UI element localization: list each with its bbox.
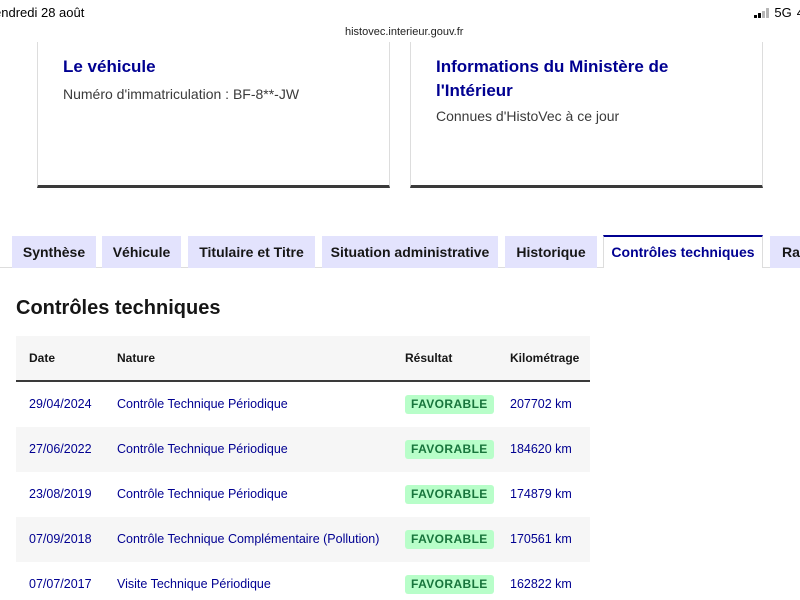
row-mileage: 162822 km: [510, 577, 572, 591]
table-row: 07/09/2018 Contrôle Technique Complément…: [16, 517, 590, 562]
tab-synthese[interactable]: Synthèse: [12, 236, 96, 268]
signal-icon: [754, 7, 770, 18]
table-row: 07/07/2017 Visite Technique Périodique F…: [16, 562, 590, 600]
page-title: Contrôles techniques: [16, 297, 221, 319]
tab-situation-administrative[interactable]: Situation administrative: [322, 236, 498, 268]
row-date: 27/06/2022: [29, 442, 92, 456]
ministry-card: Informations du Ministère de l'Intérieur…: [410, 42, 763, 188]
row-mileage: 207702 km: [510, 397, 572, 411]
tab-historique[interactable]: Historique: [505, 236, 597, 268]
vehicle-card-title: Le véhicule: [63, 57, 156, 76]
ministry-card-subtitle: Connues d'HistoVec à ce jour: [436, 108, 620, 124]
registration-number: Numéro d'immatriculation : BF-8**-JW: [63, 86, 300, 102]
row-nature: Contrôle Technique Périodique: [117, 397, 288, 411]
controls-table: Date Nature Résultat Kilométrage 29/04/2…: [16, 336, 590, 600]
table-row: 27/06/2022 Contrôle Technique Périodique…: [16, 427, 590, 472]
row-date: 29/04/2024: [29, 397, 92, 411]
row-mileage: 174879 km: [510, 487, 572, 501]
status-indicators: 5G 4: [754, 5, 800, 20]
result-badge: FAVORABLE: [405, 530, 494, 550]
row-nature: Contrôle Technique Complémentaire (Pollu…: [117, 532, 380, 546]
vehicle-card: Le véhicule Numéro d'immatriculation : B…: [37, 42, 390, 188]
row-result: FAVORABLE: [405, 382, 494, 427]
row-result: FAVORABLE: [405, 517, 494, 562]
column-header-nature: Nature: [117, 351, 156, 365]
tab-vehicule[interactable]: Véhicule: [102, 236, 181, 268]
row-nature: Contrôle Technique Périodique: [117, 442, 288, 456]
row-result: FAVORABLE: [405, 427, 494, 472]
tab-rapport[interactable]: Rap: [770, 236, 800, 268]
column-header-date: Date: [29, 351, 56, 365]
status-date: endredi 28 août: [0, 5, 85, 20]
table-row: 29/04/2024 Contrôle Technique Périodique…: [16, 382, 590, 427]
row-date: 23/08/2019: [29, 487, 92, 501]
ministry-card-title: Informations du Ministère de l'Intérieur: [436, 57, 669, 100]
row-nature: Contrôle Technique Périodique: [117, 487, 288, 501]
result-badge: FAVORABLE: [405, 395, 494, 415]
row-date: 07/09/2018: [29, 532, 92, 546]
row-mileage: 170561 km: [510, 532, 572, 546]
result-badge: FAVORABLE: [405, 485, 494, 505]
table-header: Date Nature Résultat Kilométrage: [16, 336, 590, 382]
row-date: 07/07/2017: [29, 577, 92, 591]
result-badge: FAVORABLE: [405, 575, 494, 595]
result-badge: FAVORABLE: [405, 440, 494, 460]
tab-bar: Synthèse Véhicule Titulaire et Titre Sit…: [0, 235, 800, 269]
tab-controles-techniques[interactable]: Contrôles techniques: [603, 235, 763, 269]
network-label: 5G: [774, 5, 792, 20]
row-result: FAVORABLE: [405, 472, 494, 517]
row-result: FAVORABLE: [405, 562, 494, 600]
column-header-result: Résultat: [405, 351, 453, 365]
row-mileage: 184620 km: [510, 442, 572, 456]
column-header-mileage: Kilométrage: [510, 351, 580, 365]
row-nature: Visite Technique Périodique: [117, 577, 271, 591]
tab-titulaire-et-titre[interactable]: Titulaire et Titre: [188, 236, 315, 268]
address-bar[interactable]: histovec.interieur.gouv.fr: [335, 21, 474, 43]
table-row: 23/08/2019 Contrôle Technique Périodique…: [16, 472, 590, 517]
